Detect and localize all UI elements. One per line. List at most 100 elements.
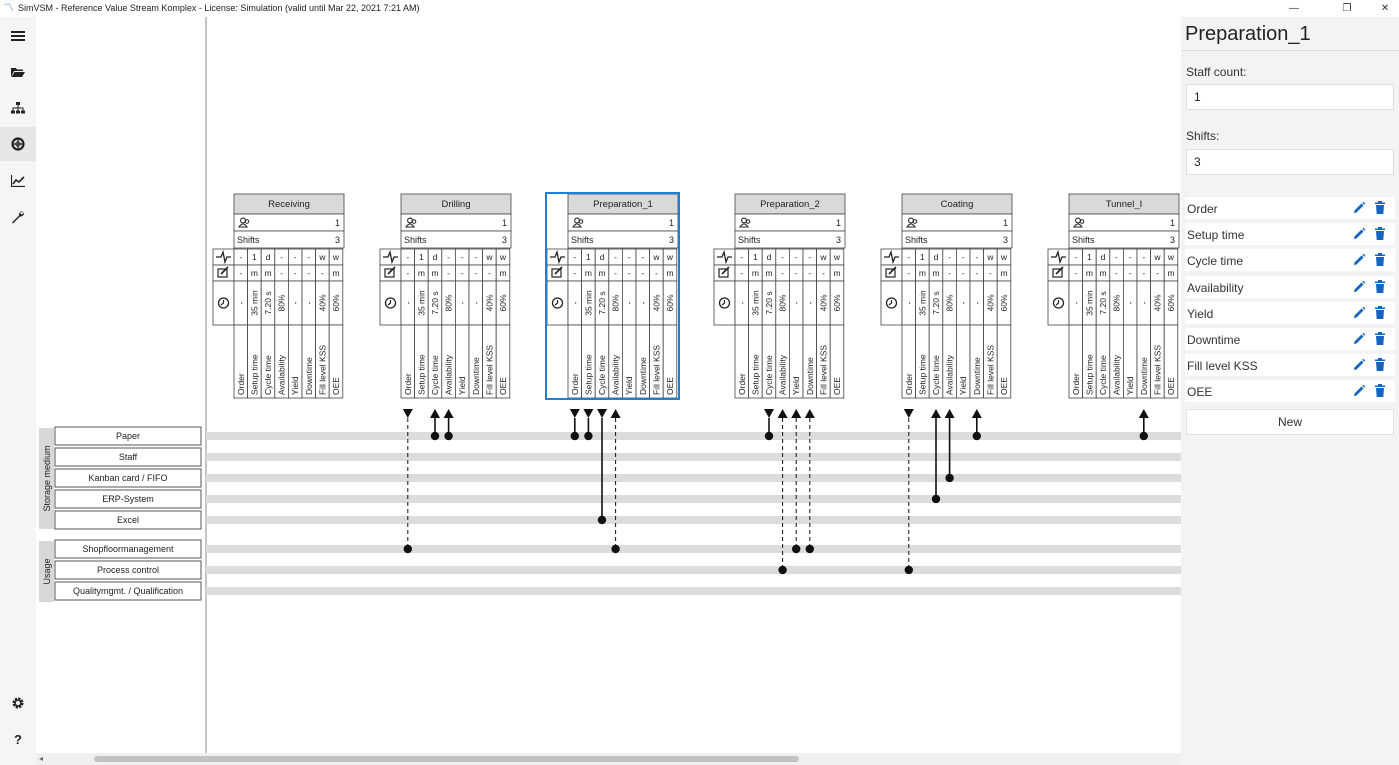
property-row[interactable]: OEE bbox=[1185, 380, 1395, 405]
arrow-up bbox=[931, 409, 941, 418]
arrow-up bbox=[443, 409, 454, 418]
process-name: Coating bbox=[941, 199, 974, 210]
property-row[interactable]: Setup time bbox=[1185, 223, 1395, 248]
process-box[interactable]: Preparation_21Shifts 3---Order1m35 minSet… bbox=[713, 193, 846, 399]
shifts-label: Shifts bbox=[905, 235, 928, 245]
process-name: Tunnel_I bbox=[1106, 199, 1143, 210]
property-row[interactable]: Cycle time bbox=[1185, 249, 1395, 274]
trash-icon[interactable] bbox=[1373, 279, 1387, 295]
property-row[interactable]: Downtime bbox=[1185, 328, 1395, 352]
wrench-icon bbox=[12, 211, 25, 224]
cell-value: - bbox=[614, 268, 617, 278]
cell-value: - bbox=[447, 268, 450, 278]
shifts-label: Shifts: bbox=[1186, 129, 1220, 143]
left-nav-bar: ? bbox=[0, 17, 36, 765]
property-row[interactable]: Yield bbox=[1185, 301, 1395, 326]
horizontal-scrollbar[interactable]: ◂ bbox=[36, 753, 1181, 765]
window-title: SimVSM - Reference Value Stream Komplex … bbox=[18, 3, 420, 13]
tools-button[interactable] bbox=[0, 200, 36, 234]
cell-value: - bbox=[795, 252, 798, 262]
edit-icon[interactable] bbox=[1352, 331, 1366, 347]
trash-icon[interactable] bbox=[1373, 331, 1387, 347]
cell-value: - bbox=[461, 252, 464, 262]
shifts-label: Shifts bbox=[404, 235, 427, 245]
cell-value: - bbox=[280, 252, 283, 262]
connector-dot bbox=[611, 544, 620, 554]
lane-label: Staff bbox=[119, 452, 138, 462]
trash-icon[interactable] bbox=[1373, 200, 1387, 216]
minimize-button[interactable]: — bbox=[1280, 0, 1308, 17]
scroll-left-icon[interactable]: ◂ bbox=[39, 753, 43, 765]
column-label: Fill level KSS bbox=[818, 345, 828, 395]
trash-icon[interactable] bbox=[1373, 226, 1387, 242]
connector bbox=[764, 409, 774, 441]
process-box[interactable]: Tunnel_I1Shifts 3---Order1m35 minSetup ti… bbox=[1047, 193, 1180, 399]
structure-button[interactable] bbox=[0, 91, 36, 125]
staff-count-input[interactable]: 1 bbox=[1186, 84, 1394, 110]
property-row[interactable]: Fill level KSS bbox=[1185, 354, 1395, 379]
trash-icon[interactable] bbox=[1373, 357, 1387, 373]
edit-icon-cell bbox=[546, 264, 569, 282]
value-stream-canvas[interactable]: Storage medium Paper Staff Kanban card / FI… bbox=[36, 17, 1181, 755]
trash-icon[interactable] bbox=[1373, 305, 1387, 321]
cell-value: - bbox=[962, 268, 965, 278]
cell-value: - bbox=[457, 301, 467, 304]
edit-icon-cell bbox=[880, 264, 903, 282]
column-label: Setup time bbox=[917, 354, 927, 395]
cell-value: - bbox=[641, 252, 644, 262]
cell-value: - bbox=[406, 268, 409, 278]
cell-value: - bbox=[406, 252, 409, 262]
cell-value: d bbox=[266, 252, 271, 262]
staff-row bbox=[1068, 213, 1180, 232]
column-label: Fill level KSS bbox=[1152, 345, 1162, 395]
column-label: Order bbox=[236, 373, 246, 395]
analytics-button[interactable] bbox=[0, 164, 36, 198]
edit-icon[interactable] bbox=[1352, 252, 1366, 268]
cell-value: - bbox=[781, 268, 784, 278]
cell-value: 35 min bbox=[583, 290, 593, 316]
cell-value: w bbox=[499, 252, 507, 262]
column-label: OEE bbox=[331, 377, 341, 395]
help-button[interactable]: ? bbox=[0, 722, 36, 756]
cell-value: m bbox=[418, 268, 425, 278]
process-box[interactable]: Receiving1Shifts 3---Order1m35 minSetup t… bbox=[212, 193, 345, 399]
maximize-button[interactable]: ❐ bbox=[1333, 0, 1361, 17]
connector-dot bbox=[792, 544, 801, 554]
shifts-count: 3 bbox=[502, 235, 507, 245]
column-label: Setup time bbox=[249, 354, 259, 395]
edit-icon[interactable] bbox=[1352, 226, 1366, 242]
edit-icon[interactable] bbox=[1352, 383, 1366, 399]
property-label: Cycle time bbox=[1187, 254, 1244, 269]
connector bbox=[971, 409, 982, 441]
column-label: OEE bbox=[1166, 377, 1176, 395]
process-box[interactable]: Drilling1Shifts 3---Order1m35 minSetup ti… bbox=[379, 193, 512, 399]
staff-count: 1 bbox=[335, 218, 340, 228]
column-label: Cycle time bbox=[764, 355, 774, 395]
close-button[interactable]: ✕ bbox=[1371, 0, 1399, 17]
edit-icon[interactable] bbox=[1352, 200, 1366, 216]
cell-value: - bbox=[307, 268, 310, 278]
trash-icon[interactable] bbox=[1373, 252, 1387, 268]
column-label: Yield bbox=[457, 376, 467, 395]
edit-icon[interactable] bbox=[1352, 357, 1366, 373]
edit-icon[interactable] bbox=[1352, 305, 1366, 321]
process-box[interactable]: Coating1Shifts 3---Order1m35 minSetup tim… bbox=[880, 193, 1013, 399]
property-row[interactable]: Availability bbox=[1185, 275, 1395, 300]
connector-dot bbox=[403, 544, 412, 554]
process-box[interactable]: Preparation_11Shifts 3---Order1m35 minSet… bbox=[545, 192, 680, 400]
new-button[interactable]: New bbox=[1186, 409, 1394, 435]
edit-icon[interactable] bbox=[1352, 279, 1366, 295]
scrollbar-thumb[interactable] bbox=[94, 756, 799, 762]
value-stream-diagram[interactable]: Storage medium Paper Staff Kanban card / FI… bbox=[36, 17, 1181, 755]
cell-value: - bbox=[1142, 252, 1145, 262]
shifts-input[interactable]: 3 bbox=[1186, 149, 1394, 175]
column-label: Availability bbox=[444, 354, 454, 395]
cell-value: 40% bbox=[818, 294, 828, 311]
trash-icon[interactable] bbox=[1373, 383, 1387, 399]
menu-button[interactable] bbox=[0, 19, 36, 53]
settings-button[interactable] bbox=[0, 686, 36, 720]
support-button[interactable] bbox=[0, 127, 36, 161]
property-row[interactable]: Order bbox=[1185, 197, 1395, 221]
open-file-button[interactable] bbox=[0, 55, 36, 89]
cell-value: 60% bbox=[1166, 294, 1176, 311]
